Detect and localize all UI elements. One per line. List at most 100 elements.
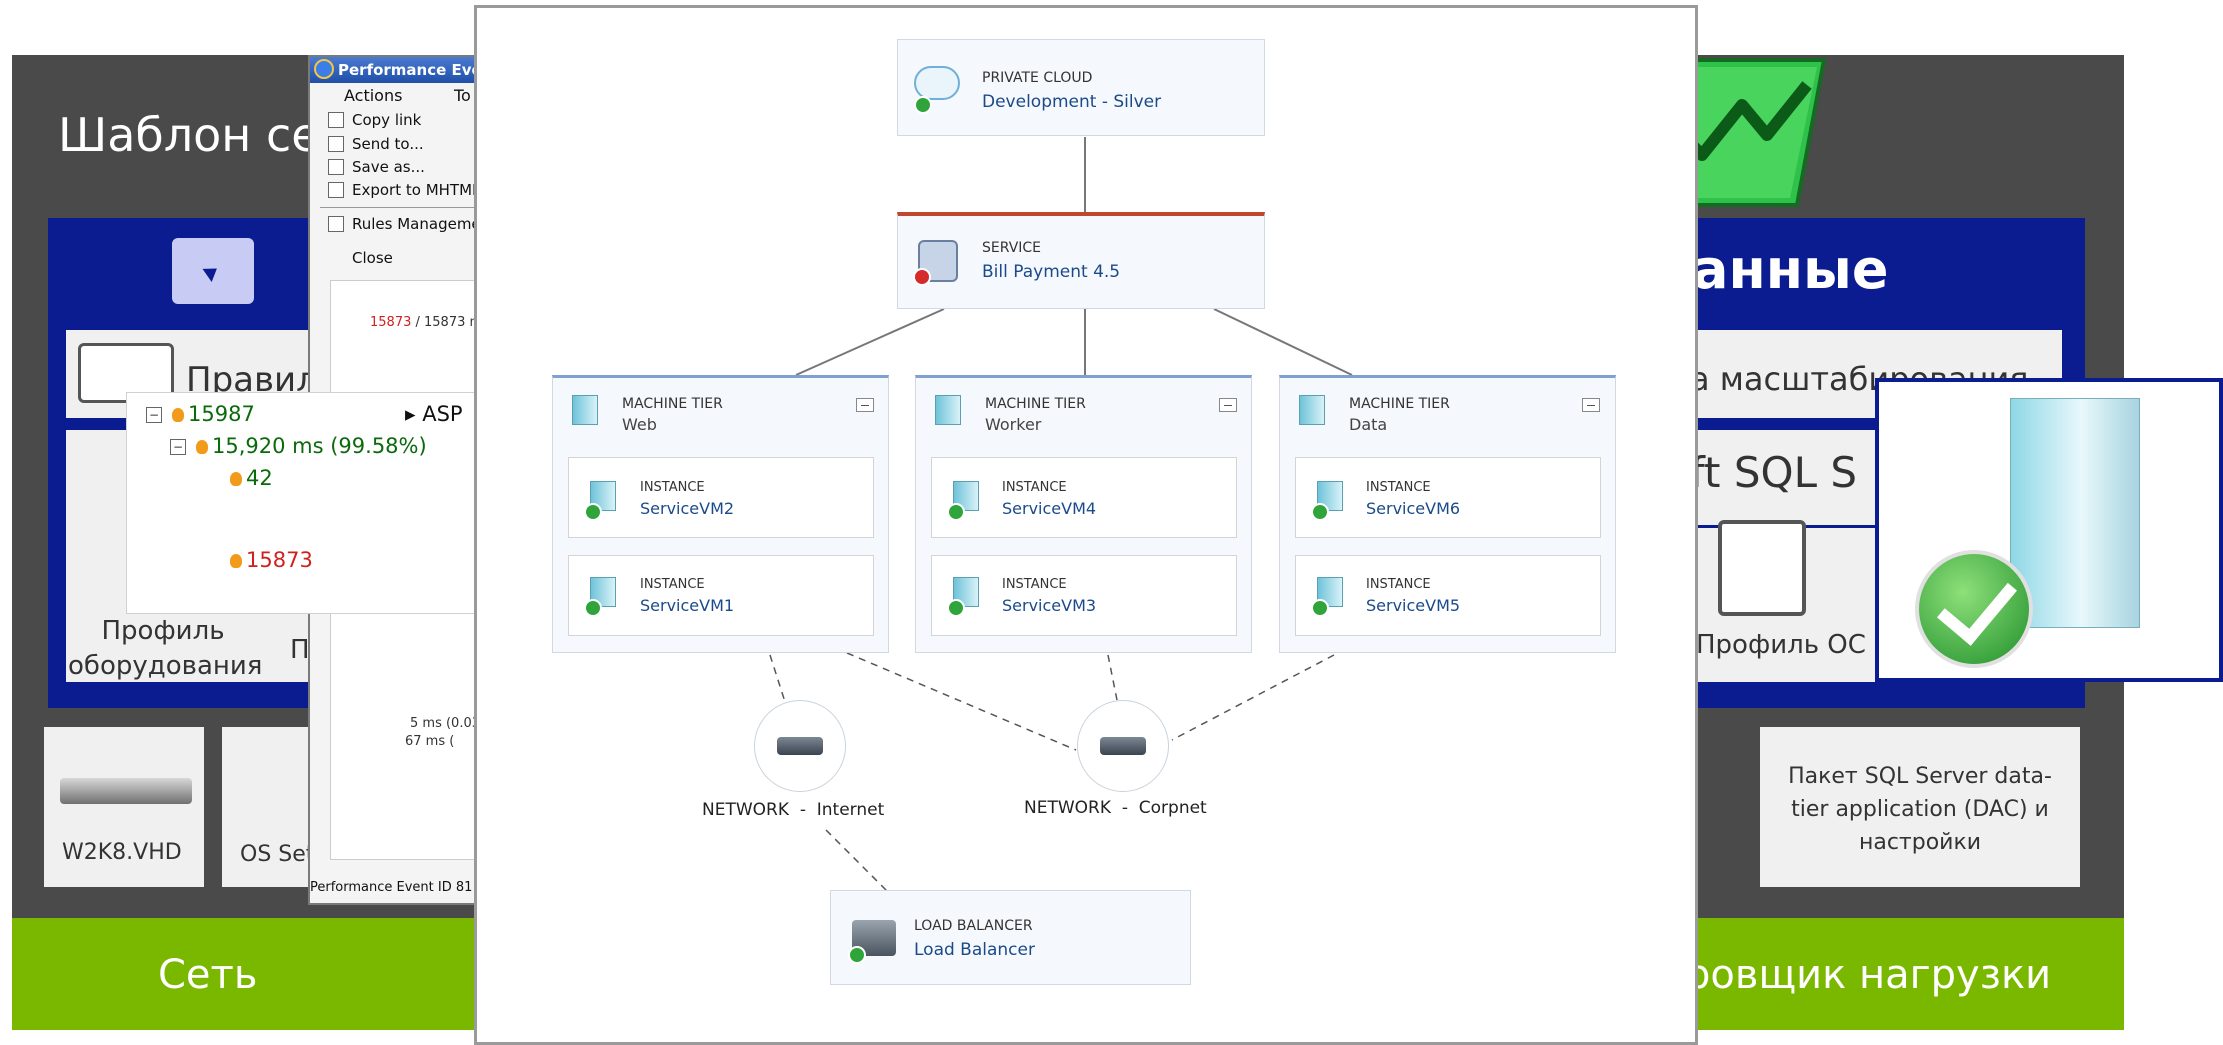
trace-asp-text: ASP: [422, 402, 463, 426]
network-switch-icon: [1100, 737, 1146, 755]
node-caption: SERVICE: [982, 240, 1042, 256]
trace-value: 15873: [246, 548, 313, 572]
network-name: Corpnet: [1138, 798, 1207, 818]
instance-caption: INSTANCE: [1366, 577, 1431, 592]
instance-name: ServiceVM5: [1366, 596, 1461, 615]
os-settings-label: OS Set: [240, 842, 315, 867]
trace-value: 42: [246, 466, 273, 490]
instance-name: ServiceVM4: [1002, 499, 1097, 518]
instance-name: ServiceVM2: [640, 499, 735, 518]
instance-caption: INSTANCE: [1366, 480, 1431, 495]
disk-device-icon: [60, 778, 192, 804]
check-icon: [947, 599, 965, 617]
copy-link-icon: [328, 112, 344, 128]
network-caption: NETWORK: [1024, 798, 1111, 818]
cloud-icon: [914, 66, 960, 100]
event-duration-67ms: 67 ms (: [405, 734, 455, 749]
collapse-button[interactable]: [1582, 398, 1600, 412]
check-icon: [947, 503, 965, 521]
check-icon: [1311, 599, 1329, 617]
actions-menu-button[interactable]: Actions: [320, 86, 402, 105]
data-title: анные: [1692, 238, 1889, 301]
rules-icon: [328, 216, 344, 232]
trace-asp-label: ▸ ASP: [405, 402, 463, 426]
menu-separator: [320, 207, 483, 208]
network-label: NETWORK - Corpnet: [1024, 798, 1207, 818]
network-label: NETWORK - Internet: [702, 800, 884, 820]
network-name: Internet: [816, 800, 885, 820]
check-icon: [848, 946, 866, 964]
tools-menu-button[interactable]: To: [434, 86, 471, 105]
sql-label: ft SQL S: [1690, 448, 1857, 497]
network-separator: -: [1121, 798, 1128, 818]
hardware-profile-label: Профиль оборудования: [68, 616, 263, 682]
menu-item-send-to[interactable]: Send to...: [352, 135, 424, 153]
machine-tier-icon: [1299, 395, 1325, 425]
flame-icon: [196, 440, 208, 454]
instance-caption: INSTANCE: [640, 577, 705, 592]
instance-caption: INSTANCE: [1002, 480, 1067, 495]
check-icon: [584, 599, 602, 617]
instance-name: ServiceVM1: [640, 596, 735, 615]
event-duration: 15873 / 15873 m: [370, 315, 482, 330]
instance-caption: INSTANCE: [1002, 577, 1067, 592]
tier-name: Worker: [985, 415, 1042, 434]
vhd-label: W2K8.VHD: [62, 840, 182, 865]
node-value: Development - Silver: [982, 92, 1162, 112]
menu-item-export[interactable]: Export to MHTML: [352, 181, 480, 199]
instance-name: ServiceVM6: [1366, 499, 1461, 518]
node-value: Bill Payment 4.5: [982, 262, 1121, 282]
status-bar: Performance Event ID 81: [310, 880, 473, 895]
network-switch-icon: [777, 737, 823, 755]
cursor-window-icon: [172, 238, 254, 304]
collapse-button[interactable]: [856, 398, 874, 412]
trace-row[interactable]: 42: [230, 466, 273, 490]
check-icon: [1311, 503, 1329, 521]
network-label: Сеть: [158, 952, 258, 998]
browser-icon: [314, 59, 334, 79]
checkmark-icon: [1915, 550, 2033, 668]
node-caption: LOAD BALANCER: [914, 918, 1033, 934]
menu-item-save-as[interactable]: Save as...: [352, 158, 425, 176]
check-icon: [914, 96, 932, 114]
flame-icon: [230, 472, 242, 486]
partial-label: П: [290, 635, 310, 665]
event-duration-red: 15873: [370, 315, 412, 330]
dac-label: Пакет SQL Server data-tier application (…: [1788, 764, 2052, 855]
trace-row[interactable]: 15873: [230, 548, 313, 572]
event-duration-rest: / 15873 m: [411, 315, 483, 330]
flame-icon: [172, 408, 184, 422]
tier-caption: MACHINE TIER: [1349, 396, 1450, 412]
document-icon: [1718, 520, 1806, 616]
os-profile-label: Профиль ОС: [1696, 630, 1866, 660]
menu-item-close[interactable]: Close: [352, 249, 393, 267]
trace-row[interactable]: − 15987: [146, 402, 255, 426]
export-icon: [328, 182, 344, 198]
trace-row[interactable]: − 15,920 ms (99.58%): [170, 434, 427, 458]
trace-value: 15,920 ms (99.58%): [212, 434, 427, 458]
collapse-toggle[interactable]: −: [170, 439, 186, 455]
flame-icon: [230, 554, 242, 568]
tier-caption: MACHINE TIER: [622, 396, 723, 412]
event-duration-5ms: 5 ms (0.03: [410, 716, 480, 731]
collapse-toggle[interactable]: −: [146, 407, 162, 423]
instance-name: ServiceVM3: [1002, 596, 1097, 615]
warning-icon: [913, 268, 931, 286]
machine-tier-icon: [572, 395, 598, 425]
tier-name: Web: [622, 415, 657, 434]
menu-item-rules-management[interactable]: Rules Manageme: [352, 215, 481, 233]
network-separator: -: [799, 800, 806, 820]
slide-title: Шаблон сер: [58, 108, 349, 162]
tier-name: Data: [1349, 415, 1388, 434]
collapse-button[interactable]: [1219, 398, 1237, 412]
window-title: Performance Event: [310, 57, 481, 83]
node-caption: PRIVATE CLOUD: [982, 70, 1093, 86]
tier-caption: MACHINE TIER: [985, 396, 1086, 412]
check-icon: [584, 503, 602, 521]
node-value: Load Balancer: [914, 940, 1035, 960]
machine-tier-icon: [935, 395, 961, 425]
trace-value: 15987: [188, 402, 255, 426]
load-balancer-bar-label: ровщик нагрузки: [1685, 952, 2052, 998]
menu-item-copy-link[interactable]: Copy link: [352, 111, 421, 129]
save-as-icon: [328, 159, 344, 175]
